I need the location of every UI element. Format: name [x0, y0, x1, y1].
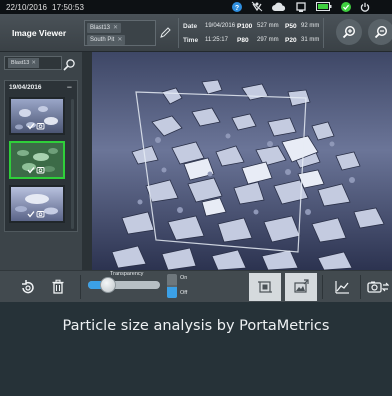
wifi-icon — [296, 1, 306, 12]
filter-chip[interactable]: Blast13 ✕ — [8, 58, 39, 68]
delete-button[interactable] — [46, 275, 70, 299]
blast-chip-label: Blast13 — [90, 25, 111, 31]
check-icon — [341, 1, 351, 12]
no-gps-icon — [251, 1, 263, 12]
time-label: Time — [183, 37, 199, 44]
power-icon[interactable] — [360, 2, 370, 12]
collapse-button[interactable]: − — [67, 82, 72, 92]
trash-icon — [52, 279, 64, 294]
transparency-label: Transparency — [110, 271, 144, 277]
toggle-off-label: Off — [180, 290, 188, 296]
date-value: 19/04/2016 — [205, 23, 236, 29]
date-group-label: 19/04/2016 — [9, 84, 42, 91]
line-chart-icon — [335, 281, 349, 294]
p20-label: P20 — [285, 37, 297, 44]
thumbnail-scrollbar[interactable] — [71, 99, 74, 229]
analyzed-check-icon — [27, 123, 45, 130]
date-label: Date — [183, 23, 198, 30]
p20-value: 31 mm — [301, 37, 320, 43]
size-stats-panel: Date 19/04/2016 P100 527 mm P50 92 mm Ti… — [178, 18, 324, 48]
blast-selector[interactable]: Blast13 ✕ South Pit ✕ — [84, 20, 156, 46]
zoom-in-icon — [342, 25, 356, 39]
toolbar-divider — [80, 275, 81, 299]
p80-value: 297 mm — [257, 37, 279, 43]
transparency-slider-knob[interactable] — [100, 277, 117, 293]
status-icons: ? — [232, 1, 370, 12]
caption-area: Particle size analysis by PortaMetrics — [0, 302, 392, 396]
remove-chip-icon[interactable]: ✕ — [117, 37, 122, 43]
help-icon[interactable]: ? — [232, 1, 242, 12]
app-title: Image Viewer — [12, 28, 67, 38]
p50-label: P50 — [285, 23, 297, 30]
status-bar: 22/10/2016 17:50:53 ? — [0, 0, 392, 14]
chart-button[interactable] — [330, 275, 354, 299]
status-time: 17:50:53 — [52, 2, 84, 12]
overlay-toggle[interactable] — [167, 274, 177, 298]
p100-value: 527 mm — [257, 23, 279, 29]
search-icon[interactable] — [62, 58, 76, 72]
analyzed-check-icon — [27, 167, 45, 174]
header: Image Viewer Blast13 ✕ South Pit ✕ Date 19… — [0, 14, 392, 63]
zoom-out-button[interactable] — [368, 19, 392, 45]
svg-text:?: ? — [235, 4, 239, 11]
bottom-toolbar: Transparency On Off — [0, 270, 392, 302]
time-value: 11:25:17 — [205, 37, 228, 43]
battery-icon — [316, 2, 332, 11]
site-chip-label: South Pit — [90, 37, 115, 43]
zoom-out-icon — [374, 25, 388, 39]
blast-chip[interactable]: Blast13 ✕ — [87, 23, 122, 33]
analyzed-check-icon — [27, 211, 45, 218]
rock-pile-photo — [92, 52, 392, 270]
rotate-button[interactable] — [16, 275, 40, 299]
crop-region-button[interactable] — [249, 273, 281, 301]
camera-switch-icon — [367, 281, 389, 293]
transparency-slider[interactable] — [88, 277, 160, 293]
date-group-panel: 19/04/2016 − — [4, 80, 78, 232]
p80-label: P80 — [237, 37, 249, 44]
p100-label: P100 — [237, 23, 253, 30]
filter-chip-label: Blast13 — [11, 60, 30, 66]
status-date: 22/10/2016 — [6, 2, 48, 12]
p50-value: 92 mm — [301, 23, 320, 29]
zoom-in-button[interactable] — [336, 19, 362, 45]
site-chip[interactable]: South Pit ✕ — [87, 35, 126, 45]
image-viewport[interactable] — [82, 52, 392, 270]
thumbnail-2[interactable] — [9, 141, 65, 179]
rotate-icon — [22, 280, 34, 294]
export-image-button[interactable] — [285, 273, 317, 301]
toggle-on-label: On — [180, 275, 188, 281]
status-datetime: 22/10/2016 17:50:53 — [6, 3, 89, 12]
toolbar-divider — [322, 275, 323, 299]
thumbnail-3[interactable] — [9, 185, 65, 223]
filter-box[interactable]: Blast13 ✕ — [4, 56, 62, 70]
toggle-on-segment[interactable] — [167, 274, 177, 285]
caption-text: Particle size analysis by PortaMetrics — [62, 318, 330, 334]
crop-region-icon — [258, 281, 272, 293]
remove-chip-icon[interactable]: ✕ — [113, 25, 118, 31]
camera-switch-button[interactable] — [366, 275, 390, 299]
thumbnail-1[interactable] — [9, 97, 65, 135]
toolbar-divider — [360, 275, 361, 299]
toggle-off-segment[interactable] — [167, 287, 177, 298]
edit-pencil-icon[interactable] — [158, 26, 172, 40]
remove-filter-icon[interactable]: ✕ — [31, 60, 36, 66]
export-image-icon — [294, 279, 309, 293]
sidebar: Blast13 ✕ 19/04/2016 − — [0, 52, 82, 270]
cloud-icon — [272, 2, 286, 11]
